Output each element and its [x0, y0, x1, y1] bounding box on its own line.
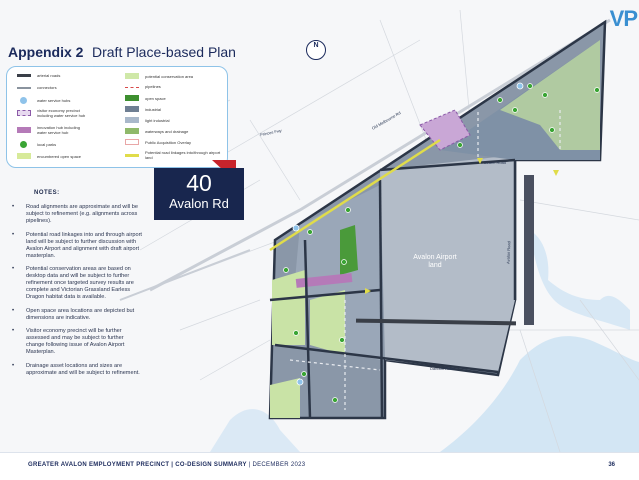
legend-swatch: [125, 87, 139, 88]
footer: GREATER AVALON EMPLOYMENT PRECINCT | CO-…: [0, 452, 639, 480]
local-park-icon: [20, 141, 27, 148]
legend-swatch: [125, 117, 139, 123]
page-number: 36: [608, 462, 615, 468]
legend-swatch: [17, 74, 31, 77]
map-legend: arterial roads connectors water service …: [6, 66, 228, 168]
legend-swatch: [125, 128, 139, 134]
logo: VP: [609, 6, 638, 31]
note-item: Potential road linkages into and through…: [12, 232, 142, 260]
note-item: Open space area locations are depicted b…: [12, 308, 142, 322]
legend-swatch: [17, 127, 31, 133]
legend-swatch: [125, 106, 139, 112]
note-item: Potential conservation areas are based o…: [12, 266, 142, 301]
road-label-beach: Beach Road: [484, 160, 507, 165]
legend-item: industrial: [125, 106, 161, 112]
legend-item: potential conservation area: [125, 73, 193, 79]
note-item: Drainage asset locations and sizes are a…: [12, 363, 142, 377]
north-arrow-icon: N: [306, 40, 326, 60]
site-label: 40 Avalon Rd: [154, 168, 244, 220]
note-item: Visitor economy precinct will be further…: [12, 328, 142, 356]
page-subtitle: Draft Place-based Plan: [92, 44, 236, 60]
legend-item: visitor economy precinct including water…: [17, 108, 89, 118]
legend-item: Potential road linkages into/through air…: [125, 150, 221, 160]
legend-item: innovation hub including water service h…: [17, 125, 89, 135]
legend-swatch: [17, 86, 31, 89]
note-item: Road alignments are approximate and will…: [12, 204, 142, 225]
legend-swatch: [17, 110, 31, 116]
legend-swatch: [17, 153, 31, 159]
legend-swatch: [125, 95, 139, 101]
page-title: Appendix 2: [8, 44, 84, 60]
footer-text: GREATER AVALON EMPLOYMENT PRECINCT | CO-…: [28, 462, 306, 468]
legend-item: pipelines: [125, 84, 161, 89]
legend-item: encumbered open space: [17, 153, 81, 159]
legend-item: Public Acquisition Overlay: [125, 139, 191, 145]
legend-item: connectors: [17, 85, 57, 90]
water-hub-icon: [20, 97, 27, 104]
legend-swatch: [125, 153, 139, 157]
legend-item: light industrial: [125, 117, 169, 123]
airport-label: Avalon Airport land: [413, 254, 457, 269]
legend-item: water service hubs: [17, 97, 70, 104]
legend-item: open space: [125, 95, 166, 101]
road-label-avalon: Avalon Road: [505, 240, 512, 265]
legend-item: waterways and drainage: [125, 128, 188, 134]
notes-title: NOTES:: [34, 190, 60, 196]
site-road: Avalon Rd: [169, 196, 229, 211]
road-label-dandos: Dandos Road: [430, 366, 455, 371]
legend-item: arterial roads: [17, 73, 60, 78]
legend-swatch: [125, 73, 139, 79]
notes-list: Road alignments are approximate and will…: [12, 204, 142, 383]
site-number: 40: [186, 170, 212, 196]
legend-swatch: [125, 139, 139, 145]
legend-item: local parks: [17, 141, 56, 148]
